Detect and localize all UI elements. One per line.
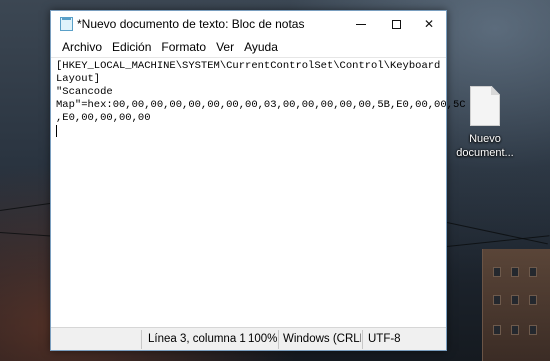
notepad-icon[interactable] <box>60 17 73 31</box>
status-bar: Línea 3, columna 1 100% Windows (CRLF) U… <box>51 327 446 350</box>
text-document-icon <box>470 86 500 126</box>
title-bar[interactable]: *Nuevo documento de texto: Bloc de notas… <box>51 11 446 37</box>
minimize-button[interactable] <box>344 11 378 37</box>
status-encoding: UTF-8 <box>368 333 401 345</box>
editor-line: [HKEY_LOCAL_MACHINE\SYSTEM\CurrentContro… <box>56 60 441 72</box>
text-editor[interactable]: [HKEY_LOCAL_MACHINE\SYSTEM\CurrentContro… <box>51 57 466 327</box>
editor-line: ,E0,00,00,00,00 <box>56 112 151 124</box>
status-line-ending: Windows (CRLF) <box>283 333 361 345</box>
status-zoom: 100% <box>248 333 278 345</box>
maximize-icon <box>391 19 401 29</box>
menu-archivo[interactable]: Archivo <box>58 37 106 57</box>
menu-ayuda[interactable]: Ayuda <box>240 37 282 57</box>
maximize-button[interactable] <box>379 11 413 37</box>
menu-formato[interactable]: Formato <box>157 37 210 57</box>
text-caret <box>56 125 57 137</box>
window-title: *Nuevo documento de texto: Bloc de notas <box>77 17 305 31</box>
status-separator <box>141 330 142 349</box>
status-separator <box>362 330 363 349</box>
editor-line: "Scancode <box>56 86 113 98</box>
editor-caret-line <box>56 125 446 140</box>
notepad-window[interactable]: *Nuevo documento de texto: Bloc de notas… <box>50 10 466 351</box>
status-separator <box>278 330 279 349</box>
desktop-icon-nuevo-documento[interactable]: Nuevo document... <box>452 86 518 160</box>
desktop-icon-label: Nuevo document... <box>456 133 514 159</box>
menu-ver[interactable]: Ver <box>212 37 238 57</box>
editor-line: Layout] <box>56 73 101 85</box>
building <box>482 249 550 361</box>
minimize-icon <box>356 23 366 25</box>
menu-edicion[interactable]: Edición <box>108 37 155 57</box>
menu-bar: Archivo Edición Formato Ver Ayuda <box>51 37 446 57</box>
editor-line: Map"=hex:00,00,00,00,00,00,00,00,03,00,0… <box>56 99 466 111</box>
status-cursor-position: Línea 3, columna 1 <box>148 333 246 345</box>
close-button[interactable]: ✕ <box>412 11 446 37</box>
close-icon: ✕ <box>423 17 435 31</box>
